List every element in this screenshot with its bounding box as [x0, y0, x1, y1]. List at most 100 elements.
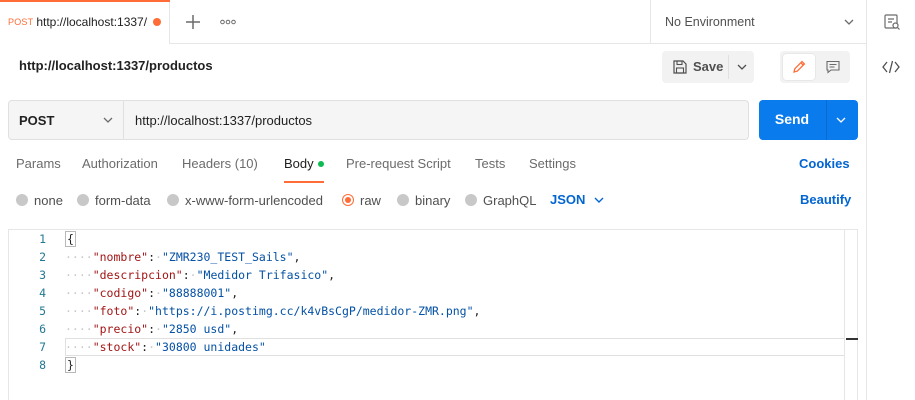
environment-label: No Environment	[665, 15, 755, 29]
tab-params[interactable]: Params	[16, 156, 61, 180]
radio-label: none	[34, 192, 63, 208]
new-tab-button[interactable]	[183, 12, 203, 32]
json-value: "https://i.postimg.cc/k4vBsCgP/medidor-Z…	[148, 304, 474, 318]
radio-label: GraphQL	[483, 192, 537, 208]
url-input[interactable]	[125, 101, 748, 139]
save-divider	[728, 55, 729, 79]
json-value: "30800 unidades"	[155, 340, 266, 354]
code-line: 8 }	[9, 356, 845, 374]
body-mode-none[interactable]: none	[16, 192, 63, 208]
code-line: 5 ····"foto":·"https://i.postimg.cc/k4vB…	[9, 302, 845, 320]
line-number: 3	[39, 268, 46, 282]
code-editor[interactable]: 1 { 2 ····"nombre":·"ZMR230_TEST_Sails",…	[8, 229, 858, 400]
chevron-down-icon	[103, 117, 113, 123]
language-label: JSON	[550, 192, 586, 207]
comma: ,	[293, 250, 301, 264]
more-horizontal-icon	[220, 19, 236, 25]
code-line: 7 ····"stock":·"30800 unidades"	[9, 338, 845, 356]
right-sidebar	[866, 0, 915, 400]
save-button-group: Save	[662, 51, 754, 83]
more-tabs-button[interactable]	[218, 12, 238, 32]
floppy-disk-icon	[673, 60, 687, 74]
body-mode-graphql[interactable]: GraphQL	[465, 192, 536, 208]
cookies-link[interactable]: Cookies	[799, 156, 850, 171]
comma: ,	[231, 322, 239, 336]
code-line: 2 ····"nombre":·"ZMR230_TEST_Sails",	[9, 248, 845, 266]
code-line: 3 ····"descripcion":·"Medidor Trifasico"…	[9, 266, 845, 284]
tab-tests[interactable]: Tests	[475, 156, 505, 180]
line-number: 5	[39, 304, 46, 318]
line-number: 2	[39, 250, 46, 264]
body-indicator-dot	[317, 160, 324, 167]
radio-circle	[465, 194, 477, 206]
tab-body[interactable]: Body	[284, 156, 324, 183]
body-mode-form-data[interactable]: form-data	[77, 192, 151, 208]
request-name: http://localhost:1337/productos	[19, 58, 213, 73]
radio-circle	[77, 194, 89, 206]
json-value: "Medidor Trifasico"	[196, 268, 329, 282]
send-options-chevron-icon[interactable]	[835, 114, 847, 126]
save-options-chevron-icon[interactable]	[736, 61, 748, 73]
json-key: "codigo"	[92, 286, 149, 300]
body-mode-urlencoded[interactable]: x-www-form-urlencoded	[167, 192, 323, 208]
tab-method-label: POST	[8, 17, 34, 27]
code-line: 4 ····"codigo":·"88888001",	[9, 284, 845, 302]
radio-circle	[16, 194, 28, 206]
pencil-icon	[793, 60, 806, 73]
send-button[interactable]: Send	[759, 111, 825, 127]
radio-circle	[167, 194, 179, 206]
line-number: 8	[39, 358, 46, 372]
body-mode-binary[interactable]: binary	[397, 192, 450, 208]
body-mode-raw[interactable]: raw	[342, 192, 381, 208]
line-number: 7	[39, 340, 46, 354]
radio-circle	[397, 194, 409, 206]
radio-circle-selected	[342, 194, 354, 206]
tab-settings[interactable]: Settings	[529, 156, 576, 180]
tab-authorization[interactable]: Authorization	[82, 156, 158, 180]
language-selector[interactable]: JSON	[550, 192, 605, 207]
chevron-down-icon	[844, 19, 854, 25]
comma: ,	[231, 286, 239, 300]
radio-label: raw	[360, 192, 381, 208]
chevron-down-icon	[594, 197, 604, 203]
code-line: 6 ····"precio":·"2850 usd",	[9, 320, 845, 338]
environment-quicklook-icon[interactable]	[883, 13, 901, 31]
plus-icon	[186, 15, 200, 29]
tab-pre-request-script[interactable]: Pre-request Script	[346, 156, 451, 180]
comment-icon	[826, 60, 840, 74]
unsaved-changes-dot	[153, 18, 162, 26]
radio-label: binary	[415, 192, 451, 208]
method-selector[interactable]: POST	[9, 101, 124, 139]
tab-title: http://localhost:1337/	[36, 15, 148, 29]
line-number: 1	[39, 232, 46, 246]
json-value: "ZMR230_TEST_Sails"	[161, 250, 294, 264]
save-button[interactable]: Save	[693, 59, 723, 74]
code-line: 1 {	[9, 230, 845, 248]
view-mode-toggle	[780, 51, 850, 83]
url-bar: POST	[8, 100, 749, 140]
send-divider	[826, 100, 827, 140]
comma: ,	[473, 304, 481, 318]
tab-headers[interactable]: Headers (10)	[182, 156, 258, 180]
tab-body-label: Body	[284, 156, 314, 171]
json-value: "88888001"	[161, 286, 232, 300]
json-key: "foto"	[92, 304, 135, 318]
json-key: "nombre"	[92, 250, 149, 264]
environment-selector[interactable]: No Environment	[650, 0, 865, 44]
comma: ,	[328, 268, 336, 282]
json-key: "descripcion"	[92, 268, 183, 282]
radio-label: x-www-form-urlencoded	[185, 192, 323, 208]
json-key: "precio"	[92, 322, 149, 336]
line-number: 6	[39, 322, 46, 336]
comments-button[interactable]	[818, 54, 848, 80]
line-number: 4	[39, 286, 46, 300]
edit-mode-button[interactable]	[783, 54, 815, 80]
scrollbar-cursor-marker	[846, 338, 858, 340]
request-tab[interactable]: POST http://localhost:1337/	[0, 0, 170, 44]
code-icon[interactable]	[881, 58, 901, 76]
json-key: "stock"	[92, 340, 142, 354]
tab-bar: POST http://localhost:1337/ No Environme…	[0, 0, 915, 44]
method-label: POST	[19, 112, 55, 128]
beautify-link[interactable]: Beautify	[800, 192, 851, 207]
editor-scrollbar[interactable]	[844, 230, 858, 400]
